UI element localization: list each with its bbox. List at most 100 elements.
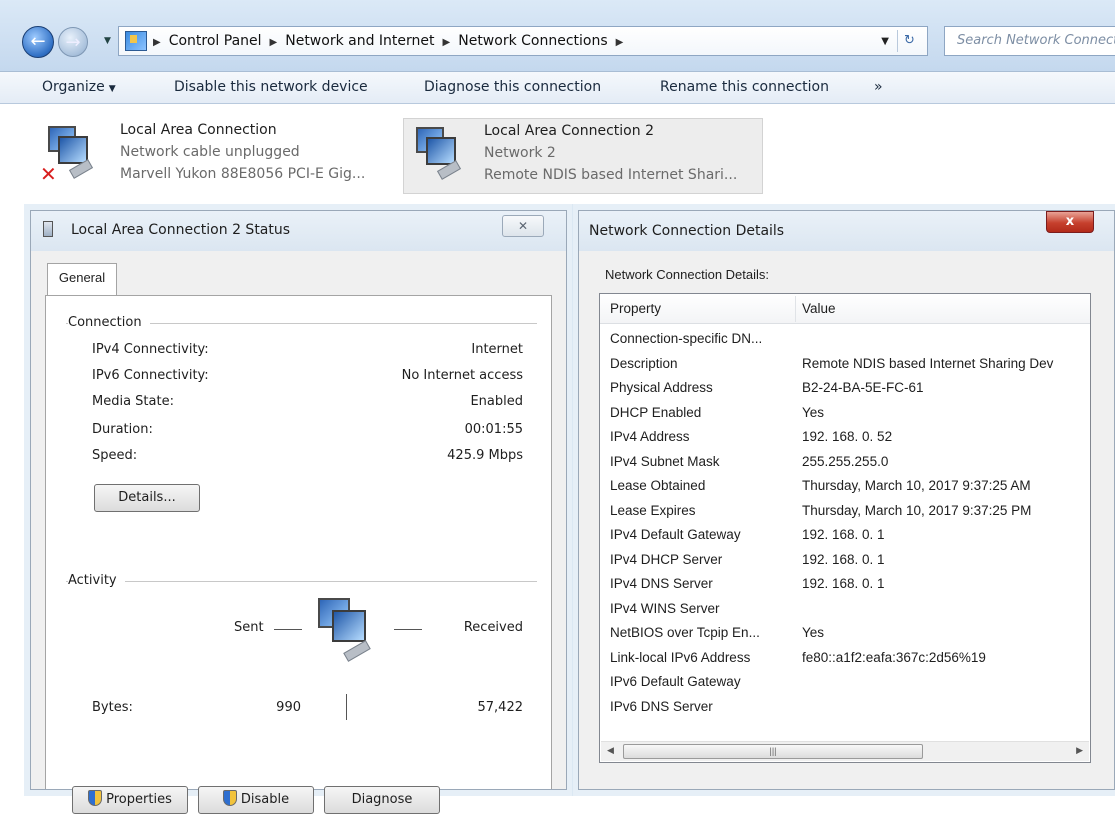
- network-plug-icon: [43, 221, 53, 237]
- row-property: IPv4 Subnet Mask: [610, 453, 720, 469]
- close-icon: ✕: [517, 219, 529, 233]
- breadcrumb-network-connections[interactable]: Network Connections: [458, 33, 607, 49]
- table-row[interactable]: Description Remote NDIS based Internet Sh…: [600, 353, 1090, 377]
- row-value: Thursday, March 10, 2017 9:37:25 AM: [802, 478, 1031, 493]
- row-value: B2-24-BA-5E-FC-61: [802, 380, 924, 395]
- tab-general[interactable]: General: [47, 263, 117, 295]
- row-property: Lease Obtained: [610, 478, 706, 493]
- back-arrow-icon: ←: [30, 31, 46, 52]
- sent-line: [274, 629, 302, 630]
- table-row[interactable]: Lease Expires Thursday, March 10, 2017 9:…: [600, 500, 1090, 524]
- column-header-value[interactable]: Value: [802, 301, 836, 316]
- network-activity-icon: [312, 596, 382, 666]
- network-adapter-icon: ✕: [40, 124, 96, 186]
- table-row[interactable]: IPv6 DNS Server: [600, 696, 1090, 720]
- organize-menu[interactable]: Organize ▼: [42, 79, 116, 95]
- close-button[interactable]: x: [1046, 211, 1094, 233]
- row-value: 192. 168. 0. 1: [802, 551, 885, 567]
- status-window-body: General Connection IPv4 Connectivity: In…: [31, 251, 566, 814]
- group-label-activity: Activity: [68, 573, 125, 588]
- close-button[interactable]: ✕: [502, 215, 544, 237]
- table-row[interactable]: IPv4 WINS Server: [600, 598, 1090, 622]
- listview-header: Property Value: [600, 294, 1090, 324]
- horizontal-scrollbar[interactable]: ◀ ||| ▶: [601, 741, 1089, 761]
- details-caption: Network Connection Details:: [605, 267, 770, 282]
- details-window-body: Network Connection Details: Property Val…: [579, 251, 1114, 789]
- group-divider: [66, 581, 537, 582]
- row-value: 192. 168. 0. 1: [802, 576, 885, 591]
- more-commands-button[interactable]: »: [874, 79, 883, 95]
- connection-tile-lan2[interactable]: Local Area Connection 2 Network 2 Remote…: [403, 118, 763, 194]
- row-property: DHCP Enabled: [610, 404, 702, 420]
- status-window-titlebar[interactable]: Local Area Connection 2 Status ✕: [31, 211, 566, 251]
- connection-tile-lan1[interactable]: ✕ Local Area Connection Network cable un…: [36, 118, 386, 194]
- details-window-titlebar[interactable]: Network Connection Details x: [579, 211, 1114, 251]
- disable-device-button[interactable]: Disable this network device: [174, 79, 368, 95]
- ipv4-connectivity-label: IPv4 Connectivity:: [92, 342, 209, 357]
- bytes-sent-value: 990: [276, 700, 301, 715]
- scroll-left-icon[interactable]: ◀: [607, 745, 614, 756]
- row-value: Yes: [802, 625, 825, 640]
- table-row[interactable]: IPv4 DHCP Server 192. 168. 0. 1: [600, 549, 1090, 573]
- search-input[interactable]: Search Network Connections: [944, 26, 1115, 56]
- refresh-icon[interactable]: ↻: [897, 30, 921, 52]
- row-property: Connection-specific DN...: [610, 331, 763, 346]
- row-property: Link-local IPv6 Address: [610, 649, 751, 665]
- table-row[interactable]: NetBIOS over Tcpip En... Yes: [600, 622, 1090, 646]
- address-dropdown-icon[interactable]: ▼: [881, 36, 889, 47]
- status-window: Local Area Connection 2 Status ✕ General…: [30, 210, 567, 814]
- row-value: 255.255.255.0: [802, 453, 889, 469]
- breadcrumb: ▶ Control Panel ▶ Network and Internet ▶ Netw…: [153, 33, 631, 49]
- connection-status: Network cable unplugged: [120, 144, 300, 160]
- chevron-right-icon[interactable]: ▶: [443, 37, 451, 48]
- row-property: IPv4 Default Gateway: [610, 527, 741, 542]
- details-listview[interactable]: Property Value Connection-specific DN...…: [599, 293, 1091, 763]
- table-row[interactable]: IPv4 Subnet Mask 255.255.255.0: [600, 451, 1090, 475]
- table-row[interactable]: Physical Address B2-24-BA-5E-FC-61: [600, 377, 1090, 401]
- connection-device: Marvell Yukon 88E8056 PCI-E Gig...: [120, 166, 366, 182]
- column-header-property[interactable]: Property: [610, 301, 661, 316]
- diagnose-button[interactable]: Diagnose: [324, 786, 440, 814]
- command-bar: Organize ▼ Disable this network device Di…: [0, 72, 1115, 104]
- row-property: Physical Address: [610, 380, 713, 395]
- table-row[interactable]: IPv4 DNS Server 192. 168. 0. 1: [600, 573, 1090, 597]
- row-value: Thursday, March 10, 2017 9:37:25 PM: [802, 502, 1032, 518]
- address-box[interactable]: ▶ Control Panel ▶ Network and Internet ▶ Netw…: [118, 26, 928, 56]
- table-row[interactable]: Lease Obtained Thursday, March 10, 2017 9…: [600, 475, 1090, 499]
- properties-button[interactable]: Properties: [72, 786, 188, 814]
- scrollbar-thumb[interactable]: |||: [623, 744, 923, 759]
- window-title: Network Connection Details: [589, 223, 785, 239]
- diagnose-connection-button[interactable]: Diagnose this connection: [424, 79, 601, 95]
- disable-button[interactable]: Disable: [198, 786, 314, 814]
- general-tab-panel: Connection IPv4 Connectivity: Internet I…: [45, 295, 552, 814]
- speed-label: Speed:: [92, 448, 138, 463]
- uac-shield-icon: [88, 790, 103, 806]
- chevron-right-icon[interactable]: ▶: [153, 37, 161, 48]
- table-row[interactable]: Connection-specific DN...: [600, 328, 1090, 352]
- bytes-received-value: 57,422: [477, 700, 524, 715]
- rename-connection-button[interactable]: Rename this connection: [660, 79, 829, 95]
- row-property: IPv4 WINS Server: [610, 600, 720, 616]
- scroll-right-icon[interactable]: ▶: [1076, 745, 1083, 756]
- column-separator[interactable]: [795, 296, 796, 322]
- row-value: 192. 168. 0. 1: [802, 527, 885, 542]
- received-label: Received: [463, 620, 523, 635]
- table-row[interactable]: IPv6 Default Gateway: [600, 671, 1090, 695]
- table-row[interactable]: DHCP Enabled Yes: [600, 402, 1090, 426]
- recent-pages-dropdown-icon[interactable]: ▼: [104, 36, 111, 46]
- table-row[interactable]: IPv4 Address 192. 168. 0. 52: [600, 426, 1090, 450]
- forward-button[interactable]: →: [58, 27, 88, 57]
- details-button[interactable]: Details...: [94, 484, 200, 512]
- back-button[interactable]: ←: [22, 26, 54, 58]
- row-property: IPv4 DNS Server: [610, 576, 713, 591]
- breadcrumb-network-and-internet[interactable]: Network and Internet: [285, 33, 434, 49]
- group-label-connection: Connection: [68, 315, 150, 330]
- breadcrumb-control-panel[interactable]: Control Panel: [169, 33, 262, 49]
- connections-list: ✕ Local Area Connection Network cable un…: [0, 104, 1115, 204]
- table-row[interactable]: Link-local IPv6 Address fe80::a1f2:eafa:3…: [600, 647, 1090, 671]
- chevron-right-icon[interactable]: ▶: [270, 37, 278, 48]
- table-row[interactable]: IPv4 Default Gateway 192. 168. 0. 1: [600, 524, 1090, 548]
- received-line: [394, 629, 422, 630]
- chevron-down-icon: ▼: [108, 84, 116, 94]
- chevron-right-icon[interactable]: ▶: [616, 37, 624, 48]
